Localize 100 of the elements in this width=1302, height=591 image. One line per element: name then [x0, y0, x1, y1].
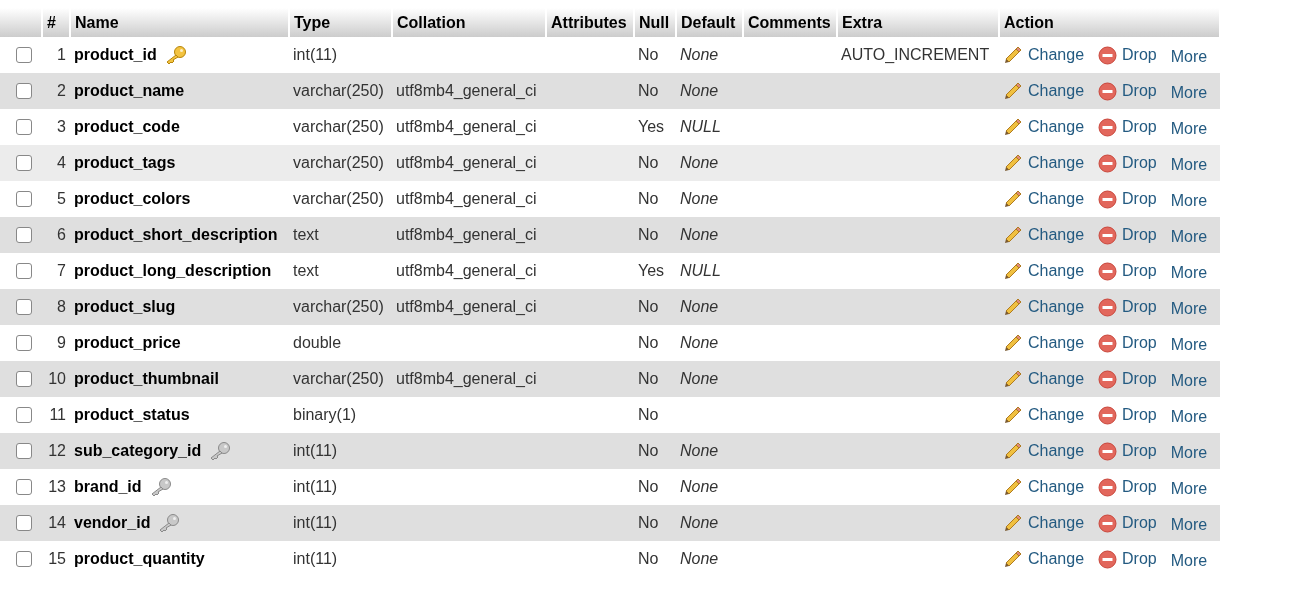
drop-link[interactable]: Drop	[1098, 189, 1157, 209]
pencil-icon	[1003, 333, 1023, 353]
drop-link[interactable]: Drop	[1098, 153, 1157, 173]
change-link[interactable]: Change	[1003, 81, 1085, 101]
drop-link[interactable]: Drop	[1098, 297, 1157, 317]
minus-circle-icon	[1098, 153, 1118, 173]
change-link[interactable]: Change	[1003, 189, 1085, 209]
more-link[interactable]: More	[1170, 368, 1208, 390]
more-link[interactable]: More	[1170, 44, 1208, 66]
checkbox[interactable]	[16, 191, 32, 207]
minus-circle-icon	[1098, 369, 1118, 389]
pencil-icon	[1003, 477, 1023, 497]
null-cell: No	[638, 478, 659, 495]
column-header: Default	[676, 8, 743, 37]
pencil-icon	[1003, 513, 1023, 533]
minus-circle-icon	[1098, 189, 1118, 209]
checkbox[interactable]	[16, 155, 32, 171]
checkbox[interactable]	[16, 443, 32, 459]
row-number: 9	[57, 334, 66, 351]
type-cell: int(11)	[293, 550, 338, 567]
drop-link[interactable]: Drop	[1098, 261, 1157, 281]
column-header: Null	[634, 8, 676, 37]
change-link[interactable]: Change	[1003, 261, 1085, 281]
collation-cell: utf8mb4_general_ci	[396, 298, 537, 315]
change-link[interactable]: Change	[1003, 333, 1085, 353]
pencil-icon	[1003, 369, 1023, 389]
type-cell: varchar(250)	[293, 154, 384, 171]
checkbox[interactable]	[16, 371, 32, 387]
change-link[interactable]: Change	[1003, 441, 1085, 461]
drop-link[interactable]: Drop	[1098, 45, 1157, 65]
checkbox[interactable]	[16, 407, 32, 423]
column-name: product_price	[74, 334, 181, 352]
default-cell: None	[680, 190, 719, 207]
checkbox[interactable]	[16, 263, 32, 279]
column-name: product_long_description	[74, 262, 272, 280]
default-cell: NULL	[680, 262, 721, 279]
more-link[interactable]: More	[1170, 260, 1208, 282]
drop-link[interactable]: Drop	[1098, 477, 1157, 497]
drop-link[interactable]: Drop	[1098, 405, 1157, 425]
change-link[interactable]: Change	[1003, 477, 1085, 497]
change-link[interactable]: Change	[1003, 513, 1085, 533]
default-cell: None	[680, 514, 719, 531]
more-link[interactable]: More	[1170, 152, 1208, 174]
more-link[interactable]: More	[1170, 116, 1208, 138]
more-link[interactable]: More	[1170, 548, 1208, 570]
drop-link[interactable]: Drop	[1098, 513, 1157, 533]
checkbox[interactable]	[16, 299, 32, 315]
change-link[interactable]: Change	[1003, 549, 1085, 569]
default-cell: None	[680, 370, 719, 387]
pencil-icon	[1003, 549, 1023, 569]
drop-link[interactable]: Drop	[1098, 549, 1157, 569]
more-link[interactable]: More	[1170, 440, 1208, 462]
more-link[interactable]: More	[1170, 332, 1208, 354]
collation-cell: utf8mb4_general_ci	[396, 154, 537, 171]
key-icon	[209, 441, 232, 461]
collation-cell: utf8mb4_general_ci	[396, 370, 537, 387]
drop-link[interactable]: Drop	[1098, 369, 1157, 389]
default-cell: None	[680, 154, 719, 171]
change-link[interactable]: Change	[1003, 369, 1085, 389]
more-link[interactable]: More	[1170, 296, 1208, 318]
checkbox[interactable]	[16, 83, 32, 99]
checkbox[interactable]	[16, 515, 32, 531]
row-number: 3	[57, 118, 66, 135]
minus-circle-icon	[1098, 333, 1118, 353]
change-link[interactable]: Change	[1003, 225, 1085, 245]
change-link[interactable]: Change	[1003, 45, 1085, 65]
checkbox[interactable]	[16, 479, 32, 495]
default-cell: None	[680, 550, 719, 567]
more-link[interactable]: More	[1170, 80, 1208, 102]
null-cell: No	[638, 514, 659, 531]
drop-link[interactable]: Drop	[1098, 81, 1157, 101]
more-link[interactable]: More	[1170, 512, 1208, 534]
checkbox[interactable]	[16, 335, 32, 351]
checkbox[interactable]	[16, 227, 32, 243]
drop-link[interactable]: Drop	[1098, 333, 1157, 353]
null-cell: No	[638, 82, 659, 99]
change-link[interactable]: Change	[1003, 153, 1085, 173]
more-link[interactable]: More	[1170, 224, 1208, 246]
change-link[interactable]: Change	[1003, 405, 1085, 425]
pencil-icon	[1003, 81, 1023, 101]
row-number: 1	[57, 46, 66, 63]
pencil-icon	[1003, 189, 1023, 209]
drop-link[interactable]: Drop	[1098, 225, 1157, 245]
checkbox[interactable]	[16, 47, 32, 63]
default-cell: None	[680, 442, 719, 459]
more-link[interactable]: More	[1170, 404, 1208, 426]
null-cell: No	[638, 226, 659, 243]
type-cell: int(11)	[293, 478, 338, 495]
checkbox[interactable]	[16, 119, 32, 135]
change-link[interactable]: Change	[1003, 117, 1085, 137]
checkbox[interactable]	[16, 551, 32, 567]
change-link[interactable]: Change	[1003, 297, 1085, 317]
more-link[interactable]: More	[1170, 476, 1208, 498]
more-link[interactable]: More	[1170, 188, 1208, 210]
pencil-icon	[1003, 441, 1023, 461]
column-name: brand_id	[74, 478, 142, 496]
row-number: 12	[48, 442, 66, 459]
column-name: product_tags	[74, 154, 176, 172]
drop-link[interactable]: Drop	[1098, 117, 1157, 137]
drop-link[interactable]: Drop	[1098, 441, 1157, 461]
